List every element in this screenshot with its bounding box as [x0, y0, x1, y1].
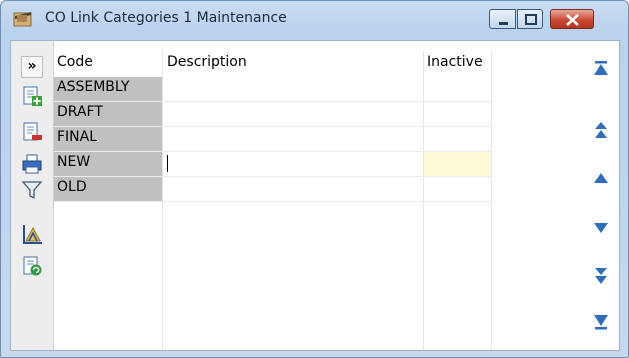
column-header-inactive[interactable]: Inactive	[427, 54, 483, 70]
column-header-code[interactable]: Code	[57, 54, 93, 70]
previous-record-icon[interactable]	[593, 169, 609, 187]
app-icon	[13, 12, 32, 27]
maximize-icon	[525, 14, 537, 25]
table-row[interactable]: ASSEMBLY	[54, 77, 491, 102]
code-cell[interactable]: NEW	[54, 152, 162, 176]
app-window: CO Link Categories 1 Maintenance » Code …	[0, 0, 629, 358]
record-toolbar: »	[11, 41, 54, 350]
code-value: ASSEMBLY	[57, 79, 130, 95]
window-title: CO Link Categories 1 Maintenance	[45, 10, 287, 26]
description-text-cursor[interactable]	[167, 155, 168, 172]
code-cell[interactable]: OLD	[54, 177, 162, 201]
page-down-icon[interactable]	[593, 267, 609, 285]
maintenance-panel: » Code Description Inactive ASSEMBLY DRA…	[10, 40, 620, 351]
code-value: NEW	[57, 154, 91, 170]
table-row-active[interactable]: NEW	[54, 152, 491, 177]
report-icon[interactable]	[21, 223, 43, 245]
refresh-icon[interactable]	[21, 255, 43, 277]
code-value: DRAFT	[57, 104, 103, 120]
category-grid: Code Description Inactive ASSEMBLY DRAFT…	[54, 41, 494, 350]
close-button[interactable]	[550, 9, 594, 29]
maximize-button[interactable]	[517, 9, 543, 29]
code-value: OLD	[57, 179, 87, 195]
next-record-icon[interactable]	[593, 219, 609, 237]
column-divider	[491, 51, 492, 350]
print-icon[interactable]	[21, 153, 43, 175]
inactive-checkbox-cell[interactable]	[424, 152, 491, 176]
page-up-icon[interactable]	[593, 121, 609, 139]
table-row[interactable]: OLD	[54, 177, 491, 202]
record-navigation	[583, 41, 619, 350]
column-header-description[interactable]: Description	[167, 54, 247, 70]
table-row[interactable]: FINAL	[54, 127, 491, 152]
close-icon	[566, 14, 579, 26]
minimize-icon	[499, 22, 508, 25]
delete-record-icon[interactable]	[21, 121, 43, 143]
last-record-icon[interactable]	[593, 313, 609, 331]
code-value: FINAL	[57, 129, 98, 145]
add-record-icon[interactable]	[21, 85, 43, 107]
table-row[interactable]: DRAFT	[54, 102, 491, 127]
filter-icon[interactable]	[21, 179, 43, 201]
expand-toolbar-button[interactable]: »	[21, 56, 43, 78]
code-cell[interactable]: FINAL	[54, 127, 162, 151]
minimize-button[interactable]	[489, 9, 516, 29]
first-record-icon[interactable]	[593, 59, 609, 77]
code-cell[interactable]: DRAFT	[54, 102, 162, 126]
code-cell[interactable]: ASSEMBLY	[54, 77, 162, 101]
title-bar[interactable]: CO Link Categories 1 Maintenance	[1, 1, 628, 33]
